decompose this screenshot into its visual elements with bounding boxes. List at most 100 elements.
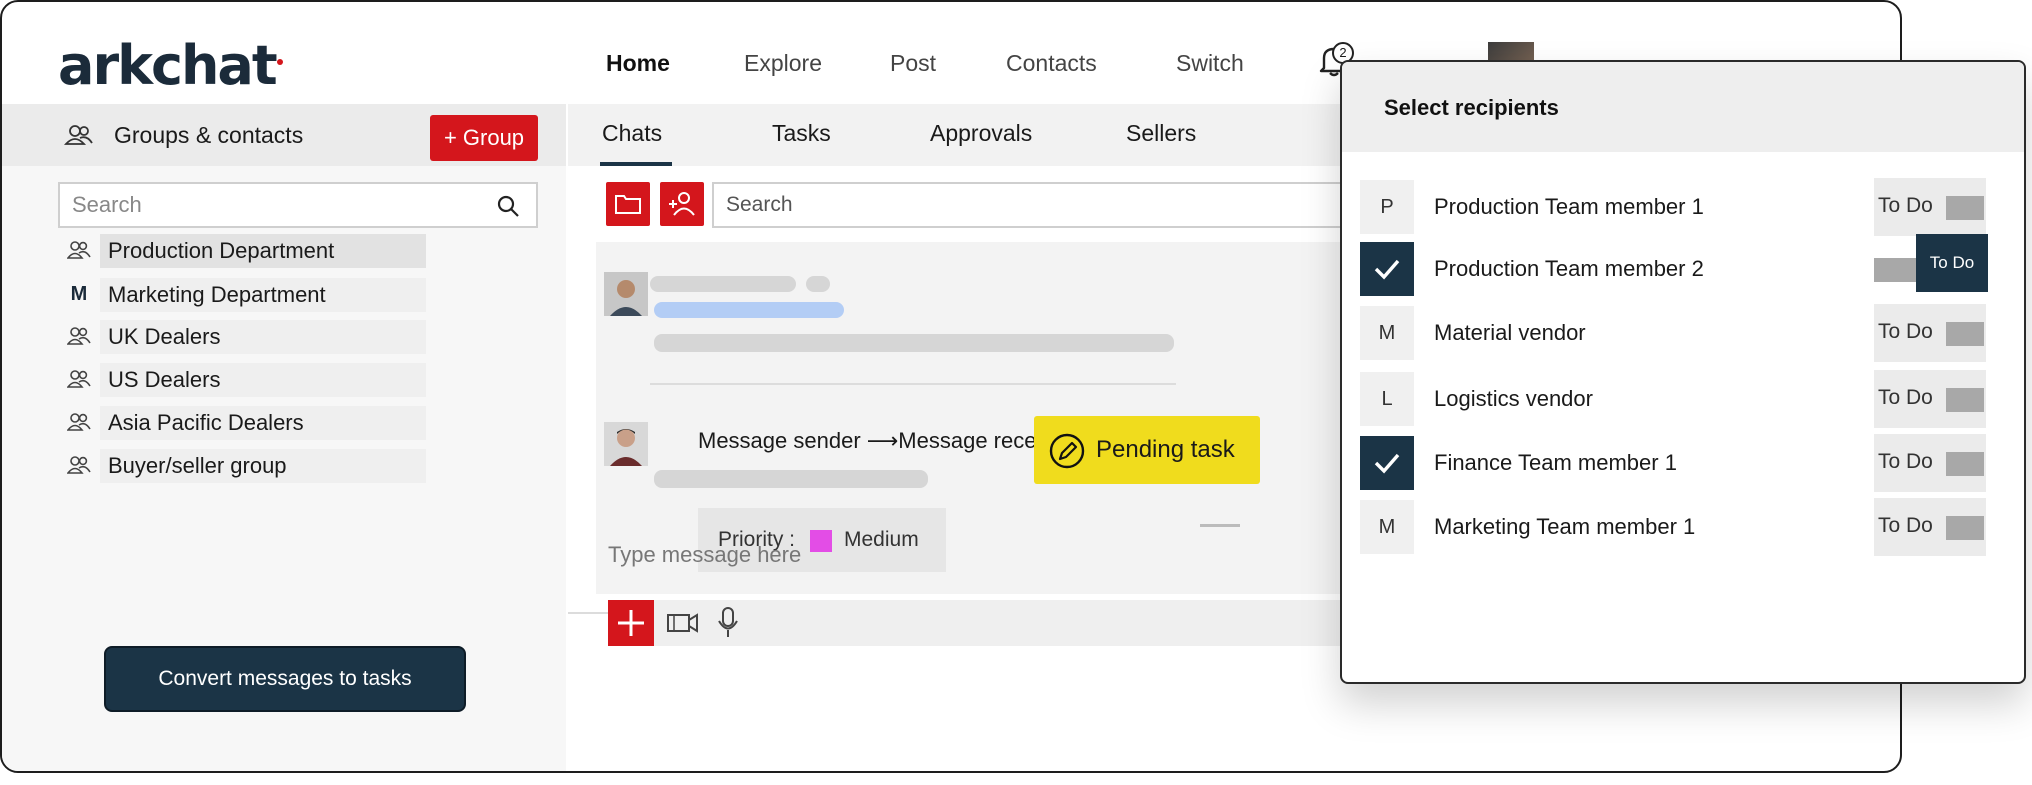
search-icon[interactable] bbox=[496, 194, 520, 218]
recipient-name: Logistics vendor bbox=[1434, 386, 1593, 411]
sender-receiver-label: Message sender ⟶Message receiver bbox=[698, 428, 1072, 453]
group-item[interactable]: Asia Pacific Dealers bbox=[62, 406, 426, 440]
todo-toggle[interactable]: To Do bbox=[1874, 370, 1986, 428]
message-input[interactable] bbox=[608, 540, 1208, 570]
groups-title: Groups & contacts bbox=[114, 122, 304, 148]
todo-toggle[interactable]: To Do bbox=[1874, 304, 1986, 362]
pending-task-label: Pending task bbox=[1096, 436, 1235, 463]
recipient-row[interactable]: M Material vendor To Do bbox=[1342, 300, 2024, 366]
recipient-checkbox-checked[interactable] bbox=[1360, 436, 1414, 490]
placeholder-bar bbox=[654, 470, 928, 488]
group-label: UK Dealers bbox=[100, 320, 426, 354]
recipient-row[interactable]: Finance Team member 1 To Do bbox=[1342, 430, 2024, 496]
group-label: Marketing Department bbox=[100, 278, 426, 312]
placeholder-bar bbox=[654, 302, 844, 318]
sidebar: Groups & contacts + Group Production Dep… bbox=[2, 104, 566, 771]
tab-sellers[interactable]: Sellers bbox=[1126, 120, 1196, 147]
recipient-row[interactable]: M Marketing Team member 1 To Do bbox=[1342, 494, 2024, 560]
video-call-icon[interactable] bbox=[666, 608, 700, 638]
attach-plus-button[interactable] bbox=[608, 600, 654, 646]
todo-toggle-label: To Do bbox=[1878, 320, 1933, 343]
pending-task-badge[interactable]: Pending task bbox=[1034, 416, 1260, 484]
dialog-title: Select recipients bbox=[1384, 95, 1559, 120]
tab-tasks[interactable]: Tasks bbox=[772, 120, 831, 147]
nav-home[interactable]: Home bbox=[606, 50, 670, 77]
recipient-row[interactable]: Production Team member 2 To Do bbox=[1342, 234, 2024, 302]
todo-toggle-label: To Do bbox=[1878, 194, 1933, 217]
group-item[interactable]: US Dealers bbox=[62, 363, 426, 397]
add-person-icon bbox=[669, 192, 695, 216]
placeholder-bar bbox=[654, 334, 1174, 352]
group-initial: M bbox=[70, 283, 88, 305]
folder-icon bbox=[615, 195, 641, 214]
resize-handle[interactable] bbox=[1200, 524, 1240, 527]
nav-post[interactable]: Post bbox=[890, 50, 936, 77]
group-item[interactable]: UK Dealers bbox=[62, 320, 426, 354]
placeholder-bar bbox=[650, 276, 796, 292]
todo-toggle-label: To Do bbox=[1878, 386, 1933, 409]
active-tab-indicator bbox=[600, 162, 672, 166]
chat-search[interactable] bbox=[712, 182, 1412, 228]
add-contact-button[interactable] bbox=[660, 182, 704, 226]
recipient-initial[interactable]: L bbox=[1360, 372, 1414, 426]
group-label: Production Department bbox=[100, 234, 426, 268]
select-recipients-dialog: Select recipients P Production Team membe… bbox=[1340, 60, 2026, 684]
groups-icon bbox=[64, 125, 93, 145]
recipient-initial[interactable]: M bbox=[1360, 500, 1414, 554]
todo-toggle-knob bbox=[1946, 516, 1984, 540]
tab-approvals[interactable]: Approvals bbox=[930, 120, 1032, 147]
recipient-checkbox-checked[interactable] bbox=[1360, 242, 1414, 296]
todo-toggle-knob bbox=[1946, 322, 1984, 346]
nav-explore[interactable]: Explore bbox=[744, 50, 822, 77]
message-divider bbox=[650, 383, 1176, 385]
chat-search-input[interactable] bbox=[726, 192, 1326, 218]
microphone-icon[interactable] bbox=[716, 606, 740, 640]
sidebar-search-input[interactable] bbox=[72, 192, 472, 218]
sidebar-search[interactable] bbox=[58, 182, 538, 228]
nav-switch[interactable]: Switch bbox=[1176, 50, 1244, 77]
recipient-name: Marketing Team member 1 bbox=[1434, 514, 1696, 539]
todo-toggle-knob bbox=[1946, 452, 1984, 476]
dialog-header: Select recipients bbox=[1342, 62, 2024, 152]
logo-dot bbox=[276, 59, 283, 65]
group-item[interactable]: Buyer/seller group bbox=[62, 449, 426, 483]
group-label: Buyer/seller group bbox=[100, 449, 426, 483]
group-item[interactable]: M Marketing Department bbox=[62, 278, 426, 312]
folder-button[interactable] bbox=[606, 182, 650, 226]
recipient-initial[interactable]: M bbox=[1360, 306, 1414, 360]
recipient-name: Material vendor bbox=[1434, 320, 1586, 345]
convert-messages-button[interactable]: Convert messages to tasks bbox=[104, 646, 466, 712]
recipient-name: Finance Team member 1 bbox=[1434, 450, 1677, 475]
recipient-initial[interactable]: P bbox=[1360, 180, 1414, 234]
recipient-name: Production Team member 1 bbox=[1434, 194, 1704, 219]
group-icon bbox=[66, 368, 92, 392]
todo-toggle[interactable]: To Do bbox=[1874, 498, 1986, 556]
tab-chats[interactable]: Chats bbox=[602, 120, 662, 147]
todo-toggle-label: To Do bbox=[1878, 450, 1933, 473]
sender-avatar-2[interactable] bbox=[604, 422, 648, 466]
todo-toggle-label: To Do bbox=[1878, 514, 1933, 537]
group-icon bbox=[66, 325, 92, 349]
todo-toggle-knob bbox=[1946, 196, 1984, 220]
group-label: US Dealers bbox=[100, 363, 426, 397]
recipient-row[interactable]: L Logistics vendor To Do bbox=[1342, 366, 2024, 432]
checkmark-icon bbox=[1374, 453, 1400, 474]
group-label: Asia Pacific Dealers bbox=[100, 406, 426, 440]
chat-tabs: Chats Tasks Approvals Sellers bbox=[568, 104, 1348, 166]
nav-contacts[interactable]: Contacts bbox=[1006, 50, 1097, 77]
placeholder-bar bbox=[806, 276, 830, 292]
recipient-row[interactable]: P Production Team member 1 To Do bbox=[1342, 174, 2024, 240]
todo-toggle-label: To Do bbox=[1916, 234, 1988, 292]
plus-icon bbox=[618, 610, 644, 636]
group-icon bbox=[66, 239, 92, 263]
todo-toggle[interactable]: To Do bbox=[1874, 234, 1988, 298]
checkmark-icon bbox=[1374, 259, 1400, 280]
group-item[interactable]: Production Department bbox=[62, 234, 426, 268]
group-icon bbox=[66, 411, 92, 435]
add-group-button[interactable]: + Group bbox=[430, 115, 538, 161]
arkchat-logo[interactable]: arkchat bbox=[58, 34, 283, 97]
todo-toggle[interactable]: To Do bbox=[1874, 178, 1986, 236]
todo-toggle[interactable]: To Do bbox=[1874, 434, 1986, 492]
group-icon bbox=[66, 454, 92, 478]
sender-avatar-1[interactable] bbox=[604, 272, 648, 316]
